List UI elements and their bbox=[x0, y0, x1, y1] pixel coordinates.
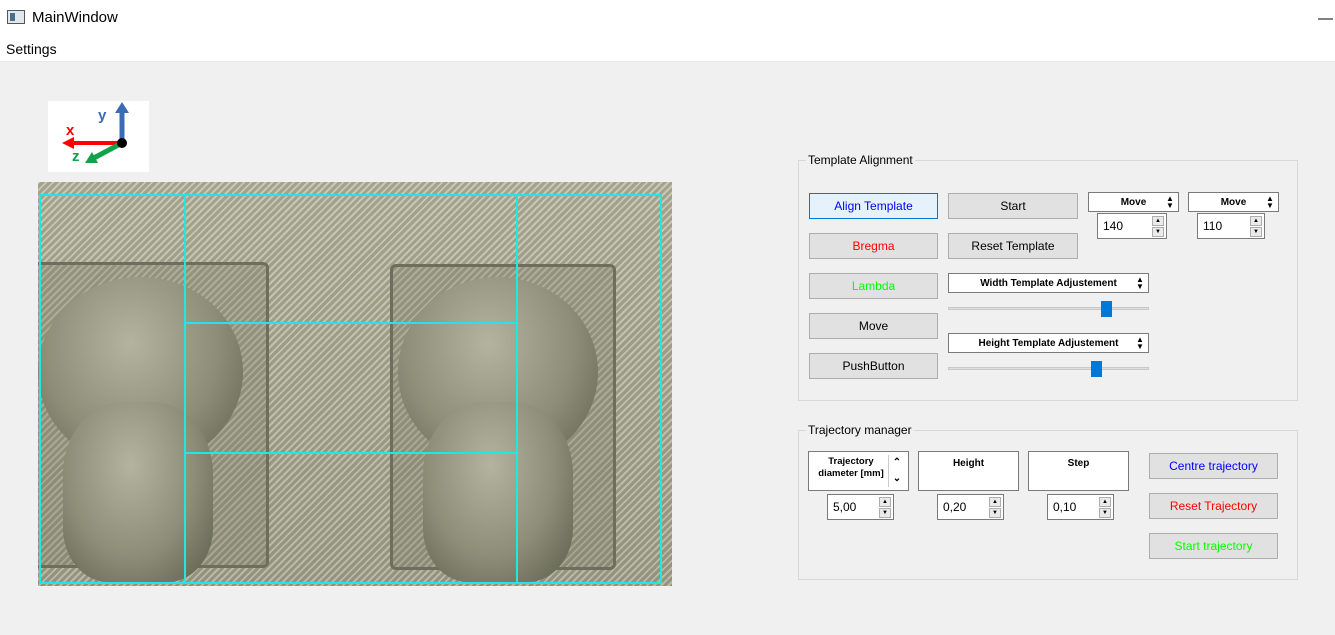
window-title: MainWindow bbox=[32, 9, 118, 26]
template-middle-row bbox=[184, 322, 518, 454]
trajectory-height-value: 0,20 bbox=[943, 500, 967, 514]
trajectory-height-label: Height bbox=[952, 458, 985, 469]
width-adjustment-slider-handle[interactable] bbox=[1101, 301, 1112, 317]
trajectory-step-spinbox[interactable]: 0,10 ▲ ▼ bbox=[1047, 494, 1114, 520]
trajectory-diameter-value: 5,00 bbox=[833, 500, 857, 514]
height-adjustment-label: Height Template Adjustement bbox=[978, 337, 1119, 349]
height-label-box: Height bbox=[918, 451, 1019, 491]
axis-x-label: x bbox=[66, 122, 75, 139]
width-adjustment-combo[interactable]: Width Template Adjustement ▲ ▼ bbox=[948, 273, 1149, 293]
combo-arrows-icon: ▲ ▼ bbox=[1166, 194, 1174, 210]
spin-arrows-icon[interactable]: ▲ ▼ bbox=[1250, 216, 1262, 237]
height-adjustment-slider-handle[interactable] bbox=[1091, 361, 1102, 377]
move-spinbox-1[interactable]: 140 ▲ ▼ bbox=[1097, 213, 1167, 239]
move-spinbox-2-value: 110 bbox=[1203, 219, 1223, 233]
xyz-axes-icon: y x z bbox=[62, 102, 129, 165]
start-button[interactable]: Start bbox=[948, 193, 1078, 219]
reset-trajectory-button[interactable]: Reset Trajectory bbox=[1149, 493, 1278, 519]
reset-template-button[interactable]: Reset Template bbox=[948, 233, 1078, 259]
menu-bar: Settings bbox=[0, 36, 1335, 62]
centre-trajectory-button[interactable]: Centre trajectory bbox=[1149, 453, 1278, 479]
spin-arrows-icon[interactable]: ▲ ▼ bbox=[879, 497, 891, 518]
move-combo-2-label: Move bbox=[1220, 196, 1247, 208]
spin-arrows-icon[interactable]: ▲ ▼ bbox=[1099, 497, 1111, 518]
template-alignment-title: Template Alignment bbox=[806, 153, 915, 167]
start-trajectory-button[interactable]: Start trajectory bbox=[1149, 533, 1278, 559]
bregma-button[interactable]: Bregma bbox=[809, 233, 938, 259]
trajectory-step-label: Step bbox=[1067, 458, 1090, 469]
spin-arrows-icon[interactable]: ▲ ▼ bbox=[1152, 216, 1164, 237]
combo-arrows-icon: ⌃ ⌄ bbox=[888, 455, 905, 487]
move-combo-1-label: Move bbox=[1120, 196, 1147, 208]
trajectory-manager-title: Trajectory manager bbox=[806, 423, 914, 437]
minimize-button[interactable]: — bbox=[1318, 10, 1333, 27]
axes-indicator: y x z bbox=[48, 101, 149, 172]
height-adjustment-combo[interactable]: Height Template Adjustement ▲ ▼ bbox=[948, 333, 1149, 353]
align-template-button[interactable]: Align Template bbox=[809, 193, 938, 219]
axis-y-label: y bbox=[98, 107, 107, 124]
camera-view[interactable] bbox=[38, 182, 672, 586]
width-adjustment-label: Width Template Adjustement bbox=[980, 277, 1117, 289]
width-adjustment-slider-track[interactable] bbox=[948, 307, 1149, 310]
combo-arrows-icon: ▲ ▼ bbox=[1266, 194, 1274, 210]
trajectory-height-spinbox[interactable]: 0,20 ▲ ▼ bbox=[937, 494, 1004, 520]
move-combo-2[interactable]: Move ▲ ▼ bbox=[1188, 192, 1279, 212]
step-label-box: Step bbox=[1028, 451, 1129, 491]
combo-arrows-icon: ▲ ▼ bbox=[1136, 275, 1144, 291]
trajectory-step-value: 0,10 bbox=[1053, 500, 1077, 514]
move-button[interactable]: Move bbox=[809, 313, 938, 339]
template-left-column bbox=[39, 194, 186, 584]
move-spinbox-2[interactable]: 110 ▲ ▼ bbox=[1197, 213, 1265, 239]
axis-z-label: z bbox=[72, 148, 80, 165]
menu-settings[interactable]: Settings bbox=[6, 41, 57, 57]
trajectory-diameter-label: Trajectory diameter [mm] bbox=[818, 456, 884, 479]
app-window-icon bbox=[7, 10, 25, 24]
trajectory-diameter-combo[interactable]: Trajectory diameter [mm] ⌃ ⌄ bbox=[808, 451, 909, 491]
lambda-button[interactable]: Lambda bbox=[809, 273, 938, 299]
height-adjustment-slider-track[interactable] bbox=[948, 367, 1149, 370]
title-bar: MainWindow — bbox=[0, 0, 1335, 36]
move-combo-1[interactable]: Move ▲ ▼ bbox=[1088, 192, 1179, 212]
trajectory-diameter-spinbox[interactable]: 5,00 ▲ ▼ bbox=[827, 494, 894, 520]
push-button[interactable]: PushButton bbox=[809, 353, 938, 379]
move-spinbox-1-value: 140 bbox=[1103, 219, 1124, 233]
combo-arrows-icon: ▲ ▼ bbox=[1136, 335, 1144, 351]
spin-arrows-icon[interactable]: ▲ ▼ bbox=[989, 497, 1001, 518]
